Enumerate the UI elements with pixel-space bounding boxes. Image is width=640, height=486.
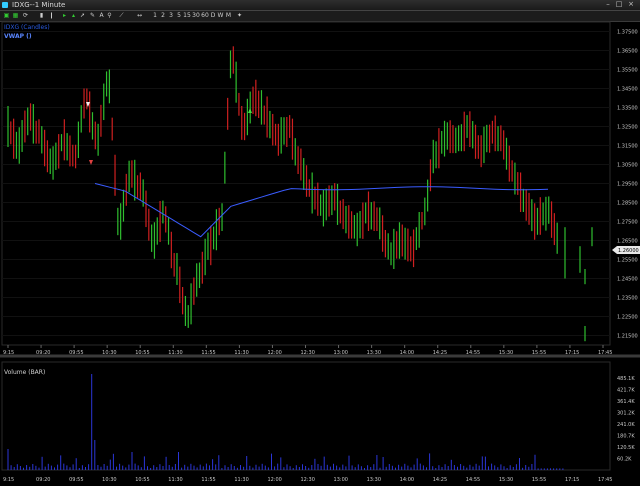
time-tick-label: 14:25 [433, 350, 447, 356]
time-tick-label: 12:30 [301, 350, 315, 356]
price-tick-label: 1.35500 [617, 68, 638, 74]
volume-time-tick-label: 12:30 [301, 477, 315, 483]
volume-time-tick-label: 13:00 [334, 477, 348, 483]
volume-time-tick-label: 15:55 [532, 477, 546, 483]
price-tick-label: 1.27500 [617, 220, 638, 226]
price-tick-label: 1.30500 [617, 163, 638, 169]
volume-time-tick-label: 11:55 [201, 477, 215, 483]
price-tick-label: 1.25500 [617, 258, 638, 264]
price-tick-label: 1.26500 [617, 239, 638, 245]
volume-tick-label: 485.1K [617, 376, 635, 382]
time-tick-label: 09:55 [69, 350, 83, 356]
time-tick-label: 17:45 [598, 350, 612, 356]
price-tick-label: 1.23500 [617, 296, 638, 302]
volume-time-tick-label: 14:25 [433, 477, 447, 483]
volume-tick-label: 60.2K [617, 457, 632, 463]
price-tick-label: 1.29500 [617, 182, 638, 188]
volume-time-tick-label: 17:45 [598, 477, 612, 483]
time-tick-label: 9:15 [3, 350, 14, 356]
volume-time-tick-label: 12:00 [267, 477, 281, 483]
volume-time-tick-label: 11:30 [234, 477, 248, 483]
time-tick-label: 11:30 [234, 350, 248, 356]
time-tick-label: 09:20 [36, 350, 50, 356]
volume-panel [1, 361, 611, 471]
time-tick-label: 13:30 [367, 350, 381, 356]
time-tick-label: 15:55 [532, 350, 546, 356]
volume-tick-label: 241.0K [617, 422, 635, 428]
price-tick-label: 1.32500 [617, 125, 638, 131]
chart-canvas[interactable]: 1.37500 1.36500 1.35500 1.34500 1.33500 1.325… [0, 0, 640, 486]
volume-tick-label: 301.2K [617, 411, 635, 417]
volume-time-tick-label: 10:30 [102, 477, 116, 483]
price-tick-label: 1.24500 [617, 277, 638, 283]
time-tick-label: 15:30 [499, 350, 513, 356]
time-tick-label: 12:00 [267, 350, 281, 356]
time-tick-label: 13:00 [334, 350, 348, 356]
price-tick-label: 1.37500 [617, 30, 638, 36]
price-tick-label: 1.31500 [617, 144, 638, 150]
volume-time-tick-label: 17:15 [565, 477, 579, 483]
volume-time-tick-label: 11:30 [168, 477, 182, 483]
volume-time-tick-label: 09:55 [69, 477, 83, 483]
time-tick-label: 14:55 [466, 350, 480, 356]
time-tick-label: 11:30 [168, 350, 182, 356]
volume-tick-label: 421.7K [617, 388, 635, 394]
time-tick-label: 14:00 [400, 350, 414, 356]
time-tick-label: 10:30 [102, 350, 116, 356]
price-tick-label: 1.28500 [617, 201, 638, 207]
volume-tick-label: 361.4K [617, 399, 635, 405]
price-tick-label: 1.21500 [617, 334, 638, 340]
volume-time-tick-label: 15:30 [499, 477, 513, 483]
volume-time-tick-label: 14:55 [466, 477, 480, 483]
time-tick-label: 11:55 [201, 350, 215, 356]
price-tick-label: 1.22500 [617, 315, 638, 321]
volume-time-tick-label: 10:55 [135, 477, 149, 483]
price-tick-label: 1.33500 [617, 106, 638, 112]
time-tick-label: 10:55 [135, 350, 149, 356]
volume-time-tick-label: 13:30 [367, 477, 381, 483]
last-price-label: 1.26000 [618, 248, 639, 254]
price-tick-label: 1.34500 [617, 87, 638, 93]
volume-time-tick-label: 14:00 [400, 477, 414, 483]
volume-time-tick-label: 09:20 [36, 477, 50, 483]
volume-tick-label: 120.5K [617, 445, 635, 451]
price-tick-label: 1.36500 [617, 49, 638, 55]
volume-time-tick-label: 9:15 [3, 477, 14, 483]
buy-marker-icon [248, 108, 252, 113]
time-tick-label: 17:15 [565, 350, 579, 356]
volume-tick-label: 180.7K [617, 434, 635, 440]
